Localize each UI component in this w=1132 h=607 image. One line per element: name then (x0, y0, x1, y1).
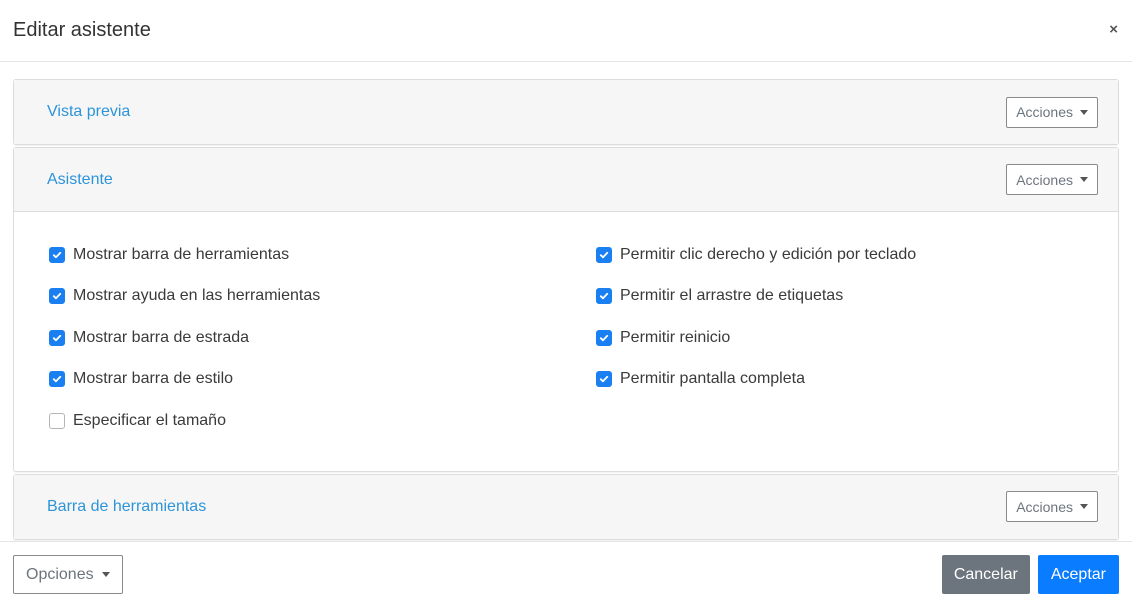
check-icon (52, 293, 62, 300)
actions-label: Acciones (1016, 104, 1073, 120)
actions-label: Acciones (1016, 171, 1073, 188)
check-icon (52, 334, 62, 341)
option-label: Mostrar barra de estrada (73, 328, 250, 346)
panel-preview-header: Vista previa Acciones (14, 80, 1118, 144)
options-left-column: Mostrar barra de herramientas Mostrar ayu… (49, 234, 596, 442)
caret-down-icon (1080, 504, 1088, 509)
caret-down-icon (1080, 109, 1088, 115)
panel-toolbar: Barra de herramientas Acciones (13, 473, 1119, 540)
checkbox-unchecked[interactable] (49, 412, 65, 429)
option-checkbox-row[interactable]: Especificar el tamaño (49, 400, 596, 442)
cancel-button[interactable]: Cancelar (941, 555, 1030, 594)
check-icon (52, 376, 62, 383)
caret-down-icon (101, 572, 110, 577)
option-checkbox-row[interactable]: Permitir clic derecho y edición por tecl… (596, 234, 916, 276)
actions-label: Acciones (1016, 498, 1073, 515)
assistant-actions-button[interactable]: Acciones (1006, 164, 1098, 195)
option-label: Especificar el tamaño (73, 411, 226, 429)
dialog-title: Editar asistente (13, 19, 151, 41)
option-checkbox-row[interactable]: Permitir reinicio (596, 317, 916, 359)
option-checkbox-row[interactable]: Permitir el arrastre de etiquetas (596, 276, 916, 318)
panel-toolbar-header: Barra de herramientas Acciones (14, 474, 1118, 539)
option-label: Permitir reinicio (620, 328, 731, 346)
edit-assistant-dialog: Editar asistente × Vista previa Acciones… (0, 0, 1132, 607)
panel-toolbar-title[interactable]: Barra de herramientas (47, 498, 206, 516)
footer-actions: Cancelar Aceptar (941, 555, 1119, 594)
option-checkbox-row[interactable]: Permitir pantalla completa (596, 359, 916, 401)
option-checkbox-row[interactable]: Mostrar ayuda en las herramientas (49, 276, 596, 318)
checkbox-checked[interactable] (49, 329, 65, 346)
check-icon (52, 251, 62, 258)
checkbox-checked[interactable] (596, 329, 612, 346)
option-label: Mostrar barra de estilo (73, 370, 234, 388)
options-label: Opciones (26, 565, 94, 583)
option-label: Permitir el arrastre de etiquetas (620, 287, 844, 305)
option-checkbox-row[interactable]: Mostrar barra de estilo (49, 359, 596, 401)
accept-button[interactable]: Aceptar (1037, 555, 1119, 594)
check-icon (599, 293, 609, 300)
option-label: Permitir pantalla completa (620, 370, 805, 388)
assistant-options: Mostrar barra de herramientas Mostrar ayu… (14, 212, 1118, 471)
toolbar-actions-button[interactable]: Acciones (1006, 491, 1098, 522)
panel-assistant: Asistente Acciones Mostrar barra de herr… (13, 147, 1119, 472)
check-icon (599, 376, 609, 383)
dialog-header: Editar asistente × (0, 0, 1132, 62)
panel-preview-title[interactable]: Vista previa (47, 103, 130, 121)
panel-assistant-header: Asistente Acciones (14, 148, 1118, 212)
option-checkbox-row[interactable]: Mostrar barra de herramientas (49, 234, 596, 276)
panel-assistant-title[interactable]: Asistente (47, 171, 113, 189)
checkbox-checked[interactable] (596, 288, 612, 305)
dialog-body: Vista previa Acciones Asistente Acciones… (0, 62, 1132, 540)
close-icon[interactable]: × (1109, 21, 1118, 38)
option-label: Permitir clic derecho y edición por tecl… (620, 245, 917, 263)
option-checkbox-row[interactable]: Mostrar barra de estrada (49, 317, 596, 359)
checkbox-checked[interactable] (49, 288, 65, 305)
option-label: Mostrar barra de herramientas (73, 245, 290, 263)
checkbox-checked[interactable] (49, 246, 65, 263)
options-button[interactable]: Opciones (13, 555, 123, 594)
panel-preview: Vista previa Acciones (13, 79, 1119, 145)
caret-down-icon (1080, 177, 1088, 182)
option-label: Mostrar ayuda en las herramientas (73, 287, 321, 305)
check-icon (599, 334, 609, 341)
checkbox-checked[interactable] (49, 371, 65, 388)
checkbox-checked[interactable] (596, 371, 612, 388)
check-icon (599, 251, 609, 258)
checkbox-checked[interactable] (596, 246, 612, 263)
options-right-column: Permitir clic derecho y edición por tecl… (596, 234, 916, 442)
preview-actions-button[interactable]: Acciones (1006, 96, 1098, 128)
dialog-footer: Opciones Cancelar Aceptar (0, 541, 1132, 607)
